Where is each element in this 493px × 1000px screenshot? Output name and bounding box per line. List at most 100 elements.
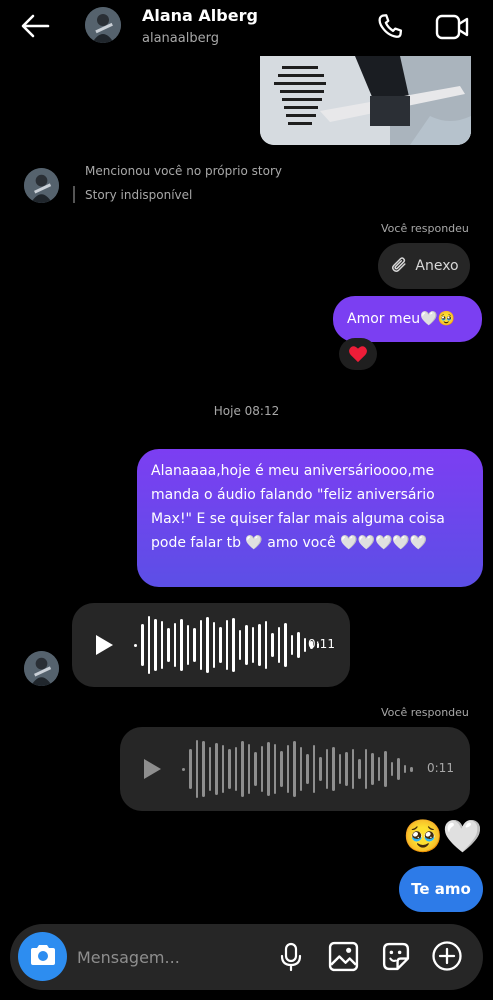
contact-username[interactable]: alanaalberg [142, 31, 219, 46]
play-icon[interactable] [96, 635, 113, 655]
waveform-bar [206, 617, 209, 673]
avatar[interactable] [24, 651, 59, 686]
sticker-icon[interactable] [380, 941, 411, 976]
waveform-bar [332, 747, 335, 791]
audio-duration: 0:11 [427, 761, 454, 775]
camera-icon [29, 943, 57, 971]
waveform-bar [299, 747, 302, 791]
story-image[interactable] [260, 56, 471, 145]
avatar[interactable] [24, 168, 59, 203]
avatar[interactable] [85, 7, 121, 43]
waveform-bar [234, 747, 237, 791]
waveform[interactable] [134, 615, 319, 675]
waveform-bar [260, 746, 263, 792]
play-icon[interactable] [144, 759, 161, 779]
waveform-bar [189, 749, 192, 789]
waveform-bar [345, 752, 348, 786]
waveform-bar [277, 627, 280, 663]
waveform-bar [306, 754, 309, 784]
waveform-bar [173, 623, 176, 667]
waveform-bar [303, 638, 306, 652]
camera-button[interactable] [18, 932, 67, 981]
waveform-bar [280, 751, 283, 787]
audio-duration: 0:11 [308, 637, 335, 651]
video-camera-icon[interactable] [434, 11, 470, 43]
waveform-bar [371, 753, 374, 785]
waveform-bar [208, 747, 211, 791]
emoji-message[interactable]: 🥹🤍 [403, 816, 485, 856]
contact-name[interactable]: Alana Alberg [142, 6, 258, 25]
waveform-bar [154, 619, 157, 671]
gallery-icon[interactable] [328, 941, 359, 976]
waveform-bar [319, 757, 322, 781]
waveform-bar [284, 623, 287, 667]
attachment-label: Anexo [415, 258, 459, 274]
waveform-bar [232, 618, 235, 672]
waveform-bar [312, 745, 315, 793]
phone-icon[interactable] [374, 11, 406, 43]
message-input[interactable] [77, 943, 262, 971]
story-unavailable-text: Story indisponível [85, 188, 193, 202]
sent-message[interactable]: Te amo [399, 866, 483, 912]
waveform-bar [141, 624, 144, 666]
waveform-bar [215, 743, 218, 795]
waveform-bar [264, 621, 267, 669]
back-arrow-icon[interactable] [18, 10, 54, 42]
sent-message[interactable]: Amor meu🤍🥹 [333, 296, 482, 342]
waveform-dot [182, 767, 185, 771]
waveform-bar [221, 745, 224, 793]
plus-icon[interactable] [431, 940, 463, 976]
you-replied-label: Você respondeu [381, 222, 469, 235]
waveform-bar [290, 635, 293, 655]
waveform-bar [167, 628, 170, 662]
waveform-bar [199, 620, 202, 670]
waveform-bar [228, 749, 231, 789]
waveform-bar [267, 742, 270, 796]
waveform-bar [202, 741, 205, 797]
waveform-bar [273, 744, 276, 794]
waveform-bar [351, 749, 354, 789]
waveform-bar [147, 616, 150, 674]
waveform-bar [271, 633, 274, 657]
time-separator: Hoje 08:12 [213, 404, 280, 418]
waveform-bar [358, 759, 361, 779]
paperclip-icon [389, 254, 409, 278]
waveform-bar [258, 624, 261, 666]
waveform-bar [245, 625, 248, 665]
voice-message-received[interactable]: 0:11 [72, 603, 350, 687]
waveform-bar [286, 745, 289, 793]
waveform-bar [195, 740, 198, 798]
waveform-bar [238, 630, 241, 660]
voice-message-replied[interactable]: 0:11 [120, 727, 470, 811]
waveform-bar [297, 632, 300, 658]
heart-icon[interactable] [339, 338, 377, 370]
sent-message[interactable]: Alanaaaa,hoje é meu aniversárioooo,me ma… [137, 449, 483, 587]
waveform-bar [410, 766, 413, 772]
waveform-bar [180, 619, 183, 671]
waveform-bar [186, 625, 189, 665]
chat-header: Alana Alberg alanaalberg [0, 0, 493, 56]
waveform-bar [338, 754, 341, 784]
attachment-bubble[interactable]: Anexo [378, 243, 470, 289]
waveform-bar [293, 741, 296, 797]
waveform-bar [364, 749, 367, 789]
waveform-bar [403, 765, 406, 773]
you-replied-label: Você respondeu [381, 706, 469, 719]
waveform-bar [212, 622, 215, 668]
waveform-bar [247, 744, 250, 794]
waveform-bar [219, 627, 222, 663]
waveform-bar [384, 751, 387, 787]
waveform-bar [241, 741, 244, 797]
waveform[interactable] [182, 739, 413, 799]
waveform-bar [397, 758, 400, 780]
waveform-bar [251, 627, 254, 663]
waveform-bar [377, 757, 380, 781]
waveform-bar [160, 621, 163, 669]
waveform-bar [225, 620, 228, 670]
waveform-bar [254, 752, 257, 786]
waveform-dot [134, 643, 137, 647]
waveform-bar [390, 762, 393, 776]
microphone-icon[interactable] [279, 941, 303, 977]
mention-notice: Mencionou você no próprio story [85, 164, 282, 178]
waveform-bar [193, 628, 196, 662]
